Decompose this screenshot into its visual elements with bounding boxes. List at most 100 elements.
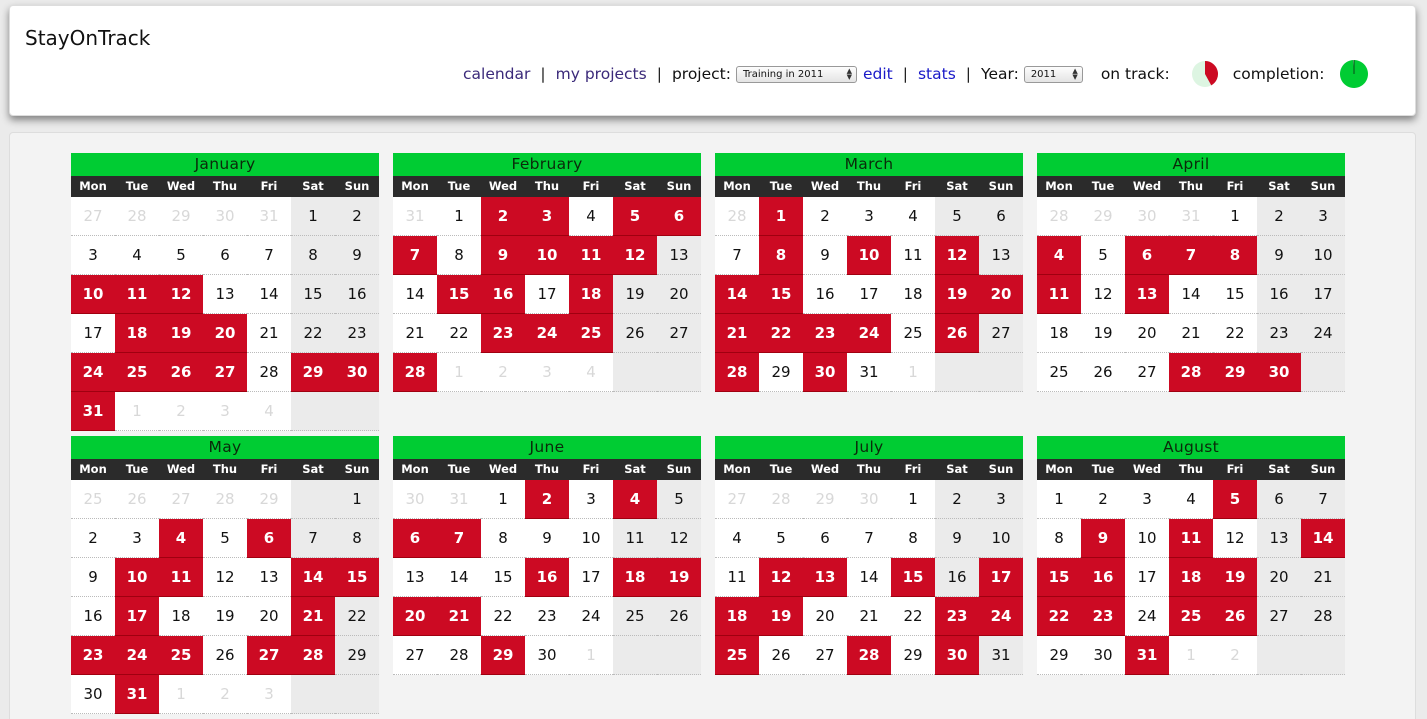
day-cell-done[interactable]: 24	[847, 314, 891, 353]
day-cell[interactable]: 27	[803, 636, 847, 675]
day-cell[interactable]: 8	[335, 519, 379, 558]
day-cell[interactable]: 4	[569, 197, 613, 236]
day-cell-done[interactable]: 8	[1213, 236, 1257, 275]
day-cell-done[interactable]: 30	[335, 353, 379, 392]
day-cell[interactable]: 24	[569, 597, 613, 636]
day-cell-done[interactable]: 29	[1213, 353, 1257, 392]
day-cell[interactable]: 3	[71, 236, 115, 275]
day-cell[interactable]: 12	[1081, 275, 1125, 314]
day-cell-done[interactable]: 6	[1125, 236, 1169, 275]
day-cell-done[interactable]: 9	[1081, 519, 1125, 558]
day-cell[interactable]: 30	[1081, 636, 1125, 675]
edit-project-link[interactable]: edit	[863, 65, 893, 83]
day-cell[interactable]: 21	[847, 597, 891, 636]
day-cell-done[interactable]: 15	[437, 275, 481, 314]
day-cell[interactable]: 30	[525, 636, 569, 675]
day-cell[interactable]: 16	[335, 275, 379, 314]
day-cell[interactable]: 22	[891, 597, 935, 636]
day-cell-done[interactable]: 24	[115, 636, 159, 675]
day-cell[interactable]: 3	[847, 197, 891, 236]
day-cell-done[interactable]: 30	[935, 636, 979, 675]
day-cell-done[interactable]: 26	[935, 314, 979, 353]
day-cell[interactable]: 26	[759, 636, 803, 675]
day-cell[interactable]: 13	[247, 558, 291, 597]
day-cell[interactable]: 31	[979, 636, 1023, 675]
day-cell[interactable]: 21	[247, 314, 291, 353]
day-cell-done[interactable]: 11	[1169, 519, 1213, 558]
day-cell-done[interactable]: 6	[657, 197, 701, 236]
day-cell[interactable]: 5	[935, 197, 979, 236]
day-cell-done[interactable]: 21	[437, 597, 481, 636]
day-cell-done[interactable]: 2	[525, 480, 569, 519]
day-cell[interactable]: 19	[1081, 314, 1125, 353]
day-cell-done[interactable]: 25	[569, 314, 613, 353]
day-cell-done[interactable]: 12	[613, 236, 657, 275]
day-cell[interactable]: 18	[891, 275, 935, 314]
day-cell-done[interactable]: 15	[335, 558, 379, 597]
day-cell-done[interactable]: 11	[159, 558, 203, 597]
day-cell-done[interactable]: 15	[891, 558, 935, 597]
day-cell[interactable]: 16	[803, 275, 847, 314]
day-cell[interactable]: 19	[613, 275, 657, 314]
day-cell-done[interactable]: 15	[759, 275, 803, 314]
day-cell[interactable]: 8	[291, 236, 335, 275]
day-cell[interactable]: 16	[935, 558, 979, 597]
day-cell-done[interactable]: 6	[247, 519, 291, 558]
day-cell[interactable]: 16	[71, 597, 115, 636]
day-cell[interactable]: 3	[1301, 197, 1345, 236]
day-cell-done[interactable]: 9	[481, 236, 525, 275]
day-cell[interactable]: 11	[613, 519, 657, 558]
day-cell[interactable]: 13	[203, 275, 247, 314]
day-cell[interactable]: 26	[613, 314, 657, 353]
day-cell-done[interactable]: 13	[803, 558, 847, 597]
day-cell-done[interactable]: 20	[203, 314, 247, 353]
day-cell[interactable]: 2	[71, 519, 115, 558]
day-cell[interactable]: 29	[1037, 636, 1081, 675]
day-cell[interactable]: 26	[657, 597, 701, 636]
day-cell-done[interactable]: 29	[481, 636, 525, 675]
day-cell[interactable]: 10	[1301, 236, 1345, 275]
day-cell[interactable]: 6	[803, 519, 847, 558]
day-cell[interactable]: 6	[979, 197, 1023, 236]
day-cell[interactable]: 23	[335, 314, 379, 353]
day-cell[interactable]: 5	[657, 480, 701, 519]
day-cell-done[interactable]: 24	[979, 597, 1023, 636]
day-cell[interactable]: 27	[1125, 353, 1169, 392]
day-cell[interactable]: 17	[525, 275, 569, 314]
day-cell[interactable]: 21	[393, 314, 437, 353]
day-cell[interactable]: 14	[437, 558, 481, 597]
day-cell[interactable]: 28	[247, 353, 291, 392]
day-cell-done[interactable]: 31	[71, 392, 115, 431]
day-cell[interactable]: 13	[979, 236, 1023, 275]
day-cell[interactable]: 26	[203, 636, 247, 675]
day-cell-done[interactable]: 21	[291, 597, 335, 636]
year-select[interactable]: 2011 ▲ ▼	[1023, 65, 1083, 83]
day-cell-done[interactable]: 28	[715, 353, 759, 392]
day-cell-done[interactable]: 16	[1081, 558, 1125, 597]
day-cell-done[interactable]: 20	[393, 597, 437, 636]
day-cell[interactable]: 14	[1169, 275, 1213, 314]
day-cell[interactable]: 17	[1125, 558, 1169, 597]
day-cell[interactable]: 2	[935, 480, 979, 519]
day-cell[interactable]: 20	[1125, 314, 1169, 353]
day-cell[interactable]: 22	[335, 597, 379, 636]
day-cell-done[interactable]: 15	[1037, 558, 1081, 597]
day-cell-done[interactable]: 14	[715, 275, 759, 314]
day-cell[interactable]: 23	[525, 597, 569, 636]
day-cell[interactable]: 9	[71, 558, 115, 597]
day-cell[interactable]: 14	[847, 558, 891, 597]
day-cell[interactable]: 20	[657, 275, 701, 314]
day-cell[interactable]: 14	[247, 275, 291, 314]
day-cell[interactable]: 22	[437, 314, 481, 353]
day-cell-done[interactable]: 24	[71, 353, 115, 392]
day-cell[interactable]: 23	[1257, 314, 1301, 353]
day-cell-done[interactable]: 18	[115, 314, 159, 353]
day-cell[interactable]: 25	[1037, 353, 1081, 392]
day-cell[interactable]: 9	[1257, 236, 1301, 275]
day-cell-done[interactable]: 20	[979, 275, 1023, 314]
day-cell-done[interactable]: 31	[115, 675, 159, 714]
day-cell-done[interactable]: 25	[1169, 597, 1213, 636]
day-cell-done[interactable]: 11	[1037, 275, 1081, 314]
day-cell[interactable]: 3	[115, 519, 159, 558]
day-cell-done[interactable]: 23	[481, 314, 525, 353]
